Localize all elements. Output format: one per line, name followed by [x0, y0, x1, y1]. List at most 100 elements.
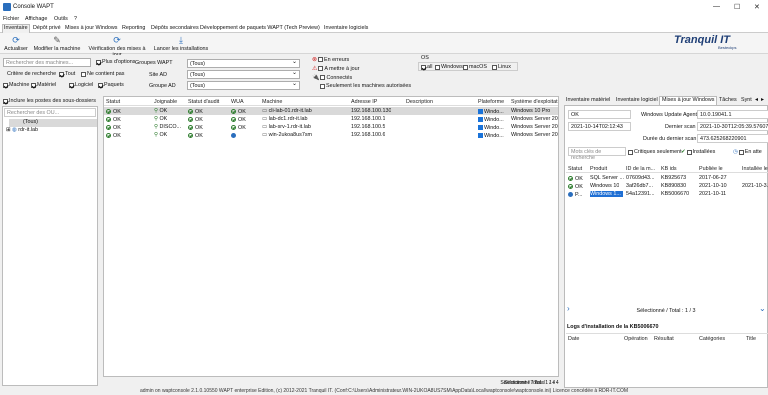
- ou-search-input[interactable]: Rechercher des OU...: [4, 108, 96, 117]
- criteria-all-checkbox[interactable]: Tout: [59, 71, 75, 77]
- tab-secondary-repos[interactable]: Dépôts secondaires: [150, 25, 200, 33]
- tab-inventaire[interactable]: Inventaire: [2, 24, 30, 33]
- col-reachable[interactable]: Joignable: [154, 99, 177, 105]
- close-icon[interactable]: ✕: [754, 3, 760, 11]
- tab-package-dev[interactable]: Développement de paquets WAPT (Tech Prev…: [199, 25, 321, 33]
- kb-search-input[interactable]: Mots clés de recherche: [568, 147, 626, 161]
- tab-software-inventory-detail[interactable]: Inventaire logiciel: [614, 97, 660, 105]
- tab-hardware-inventory[interactable]: Inventaire matériel: [564, 97, 612, 105]
- os-windows-checkbox[interactable]: Windows: [435, 64, 463, 70]
- update-cell-product: Windows 1...: [590, 191, 623, 197]
- menu-help[interactable]: ?: [74, 16, 77, 22]
- log-col-result[interactable]: Résultat: [654, 336, 674, 342]
- expand-icon[interactable]: ⊞: [6, 127, 11, 133]
- only-allowed-label: Seulement les machines autorisées: [326, 83, 412, 89]
- menu-fichier[interactable]: Fichier: [3, 16, 19, 22]
- host-cell-ip: 192.168.100.1: [351, 116, 385, 122]
- tab-scroll-left-icon[interactable]: ◂: [755, 96, 758, 103]
- groups-wapt-label: Groupes WAPT: [135, 60, 173, 66]
- include-subfolders-checkbox[interactable]: Inclure les postes des sous-dossiers: [3, 98, 96, 104]
- col-audit[interactable]: Statut d'audit: [188, 99, 219, 105]
- os-all-checkbox[interactable]: all: [421, 64, 432, 70]
- status-connected-filter[interactable]: 🔌 Connectés: [312, 74, 352, 82]
- col-machine[interactable]: Machine: [262, 99, 282, 105]
- os-macos-checkbox[interactable]: macOS: [463, 64, 487, 70]
- criteria-label: Critère de recherche: [7, 71, 57, 77]
- update-row[interactable]: OK SQL Server ... 07609d43... KB925673 2017-…: [566, 174, 768, 182]
- ok-icon: [188, 109, 193, 114]
- tab-depot-prive[interactable]: Dépôt privé: [32, 25, 62, 33]
- update-value-kb: KB5006670: [661, 191, 690, 197]
- menu-outils[interactable]: Outils: [54, 16, 68, 22]
- menu-affichage[interactable]: Affichage: [25, 16, 47, 22]
- host-row[interactable]: OK ⚲ OK OK OK ▭ cli-lab-01.rdr-it.lab 192.168…: [104, 107, 558, 115]
- status-update-filter[interactable]: ⚠ A mettre à jour: [312, 65, 359, 73]
- tab-windows-updates[interactable]: Mises à jour Windows: [64, 25, 118, 33]
- machine-search-input[interactable]: Rechercher des machines...: [3, 58, 91, 67]
- tab-software-inventory[interactable]: Inventaire logiciels: [323, 25, 369, 33]
- last-scan-value: 2021-10-30T12:05:39.57607: [697, 122, 768, 131]
- tree-root-all[interactable]: (Tous): [9, 119, 97, 127]
- host-row[interactable]: OK ⚲ DISCO... OK OK ▭ lab-srv-1.rdr-it.lab 19…: [104, 123, 558, 131]
- host-row[interactable]: OK ⚲ OK OK OK ▭ lab-dc1.rdr-it.lab 192.168.10…: [104, 115, 558, 123]
- criteria-machine-checkbox[interactable]: Machine: [3, 82, 29, 88]
- col-ip[interactable]: Adresse IP: [351, 99, 377, 105]
- host-value-ip: 192.168.100.5: [351, 124, 386, 130]
- tab-reporting[interactable]: Reporting: [121, 25, 146, 33]
- minimize-icon[interactable]: —: [713, 3, 720, 10]
- status-error-filter[interactable]: ⊗ En erreurs: [312, 56, 349, 64]
- groups-wapt-select[interactable]: (Tous): [187, 58, 300, 68]
- host-cell-platform: Windo...: [478, 124, 504, 131]
- criteria-material-checkbox[interactable]: Matériel: [31, 82, 56, 88]
- col-os[interactable]: Système d'exploitat: [511, 99, 558, 105]
- hosts-footer: Sélectionné / Total : 1 / 4: [504, 380, 559, 386]
- tab-scroll-right-icon[interactable]: ▸: [761, 96, 764, 103]
- upd-col-product[interactable]: Produit: [590, 166, 607, 172]
- chevron-down-icon[interactable]: ⌄: [759, 304, 766, 313]
- log-col-title[interactable]: Title: [746, 336, 756, 342]
- upd-col-id[interactable]: ID de la m...: [626, 166, 655, 172]
- os-linux-checkbox[interactable]: Linux: [492, 64, 511, 70]
- col-platform[interactable]: Plateforme: [478, 99, 504, 105]
- col-wua[interactable]: WUA: [231, 99, 244, 105]
- wu-tab-content: OK Windows Update Agent 10.0.19041.1 202…: [564, 105, 768, 388]
- criteria-software-checkbox[interactable]: Logiciel: [69, 82, 93, 88]
- refresh-button[interactable]: ⟳ Actualiser: [3, 35, 29, 53]
- maximize-icon[interactable]: ☐: [734, 3, 740, 11]
- log-col-operation[interactable]: Opération: [624, 336, 648, 342]
- host-value-ip: 192.168.100.6: [351, 132, 386, 138]
- tree-node-domain[interactable]: ⊞ ◍ rdr-it.lab: [6, 127, 38, 133]
- upd-col-installed[interactable]: Installée le: [742, 166, 768, 172]
- upd-col-status[interactable]: Statut: [568, 166, 582, 172]
- tab-windows-updates-detail[interactable]: Mises à jour Windows: [659, 96, 718, 105]
- host-row[interactable]: OK ⚲ OK OK ▭ win-2ukoa8us7sm 192.168.100.6 Wi…: [104, 131, 558, 139]
- col-status[interactable]: Statut: [106, 99, 120, 105]
- upd-col-kb[interactable]: KB ids: [661, 166, 677, 172]
- hosts-header: Statut Joignable Statut d'audit WUA Mach…: [104, 97, 558, 106]
- critical-only-checkbox[interactable]: Critiques seulement: [628, 149, 682, 155]
- upd-col-published[interactable]: Publiée le: [699, 166, 723, 172]
- updates-header: Statut Produit ID de la m... KB ids Publ…: [566, 164, 768, 173]
- log-col-categories[interactable]: Catégories: [699, 336, 725, 342]
- edit-machine-button[interactable]: ✎ Modifier la machine: [32, 35, 82, 53]
- tab-summary[interactable]: Synt: [739, 97, 754, 105]
- log-col-date[interactable]: Date: [568, 336, 579, 342]
- include-subfolders-label: Inclure les postes des sous-dossiers: [9, 98, 96, 104]
- launch-install-button[interactable]: ⤓ Lancer les installations: [152, 35, 210, 53]
- more-options-checkbox[interactable]: Plus d'options: [96, 59, 135, 65]
- tab-tasks[interactable]: Tâches: [717, 97, 739, 105]
- host-value-machine: cli-lab-01.rdr-it.lab: [268, 108, 312, 114]
- group-ad-select[interactable]: (Tous): [187, 80, 300, 90]
- installed-checkbox[interactable]: ✔ Installées: [681, 149, 715, 155]
- host-value-os: Windows Server 20: [511, 116, 558, 122]
- not-contains-checkbox[interactable]: Ne contient pas: [81, 71, 124, 77]
- update-row[interactable]: OK Windows 10 3af26db7... KB890830 2021-10-1…: [566, 182, 768, 190]
- col-description[interactable]: Description: [406, 99, 433, 105]
- only-allowed-checkbox[interactable]: Seulement les machines autorisées: [320, 83, 411, 89]
- update-row[interactable]: P... Windows 1... 54a12391... KB5006670 2021…: [566, 190, 768, 198]
- host-value-os: Windows Server 20: [511, 124, 558, 130]
- criteria-packages-checkbox[interactable]: Paquets: [98, 82, 124, 88]
- host-cell-platform: Windo...: [478, 108, 504, 115]
- pending-checkbox[interactable]: ◷ En atte: [733, 149, 762, 155]
- site-ad-select[interactable]: (Tous): [187, 69, 300, 79]
